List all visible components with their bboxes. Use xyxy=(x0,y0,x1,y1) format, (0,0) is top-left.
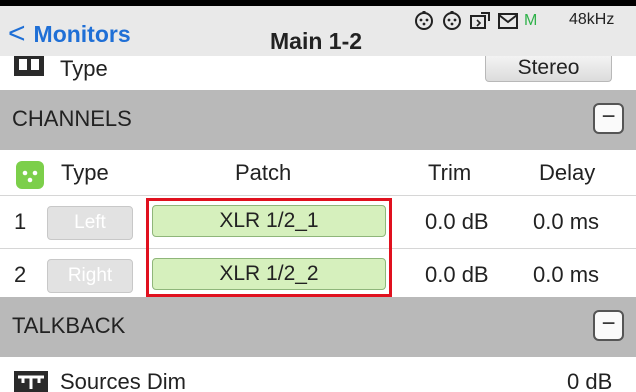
patch-highlight-box xyxy=(146,198,392,297)
column-trim: Trim xyxy=(428,160,472,185)
device-icon xyxy=(470,12,490,30)
channel-type-button[interactable]: Left xyxy=(47,206,133,240)
dim-icon xyxy=(14,371,48,392)
column-delay: Delay xyxy=(539,160,596,185)
column-patch: Patch xyxy=(235,160,292,185)
channel-type-button[interactable]: Right xyxy=(47,259,133,293)
channels-section-header: CHANNELS − xyxy=(0,90,636,150)
type-row: Type Stereo xyxy=(0,56,636,90)
type-select-button[interactable]: Stereo xyxy=(485,56,612,82)
back-button[interactable]: < Monitors xyxy=(8,16,131,52)
back-button-label: Monitors xyxy=(33,20,131,47)
channel-number: 2 xyxy=(14,262,27,287)
xlr-connector-icon xyxy=(16,161,44,194)
trim-value[interactable]: 0.0 dB xyxy=(425,262,489,288)
delay-value[interactable]: 0.0 ms xyxy=(533,262,599,288)
sources-dim-row: Sources Dim 0 dB xyxy=(0,357,636,392)
xlr-connector-icon xyxy=(442,11,462,31)
talkback-section-header: TALKBACK − xyxy=(0,297,636,357)
channel-number: 1 xyxy=(14,209,27,234)
meter-indicator: M xyxy=(524,12,538,29)
channels-section-title: CHANNELS xyxy=(12,106,132,131)
status-icons: M xyxy=(414,8,537,34)
talkback-collapse-button[interactable]: − xyxy=(593,310,624,341)
mail-icon xyxy=(498,13,518,29)
speaker-pair-icon xyxy=(14,56,44,78)
sources-dim-value[interactable]: 0 dB xyxy=(567,369,612,392)
channels-collapse-button[interactable]: − xyxy=(593,103,624,134)
channels-column-header: Type Patch Trim Delay xyxy=(0,150,636,196)
column-type: Type xyxy=(61,160,109,185)
page-title: Main 1-2 xyxy=(270,28,363,54)
sources-dim-label: Sources Dim xyxy=(60,369,186,392)
type-row-label: Type xyxy=(60,56,108,81)
xlr-connector-icon xyxy=(414,11,434,31)
sample-rate: 48kHz xyxy=(569,11,615,28)
chevron-left-icon: < xyxy=(8,17,26,50)
trim-value[interactable]: 0.0 dB xyxy=(425,209,489,235)
talkback-section-title: TALKBACK xyxy=(12,313,126,338)
delay-value[interactable]: 0.0 ms xyxy=(533,209,599,235)
